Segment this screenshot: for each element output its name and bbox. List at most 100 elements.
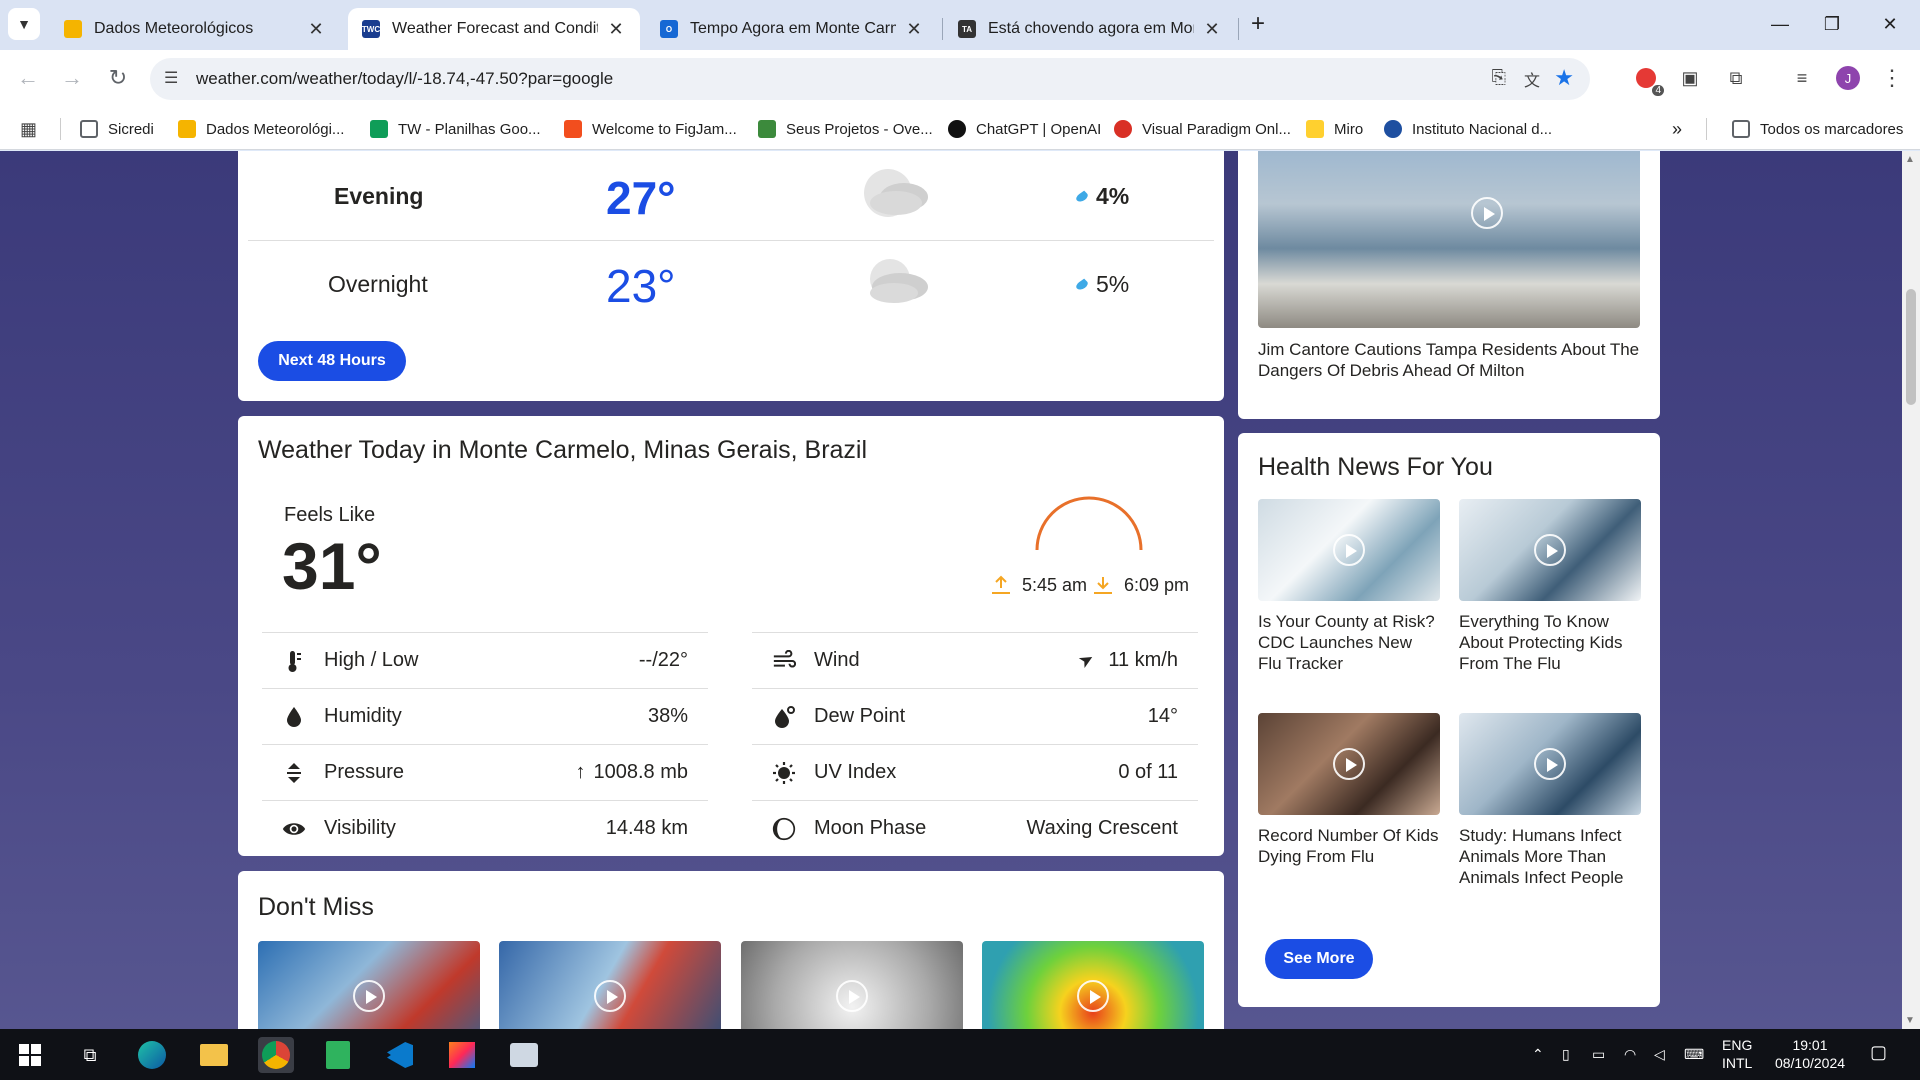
bookmark-dados[interactable]: Dados Meteorológi... [178,118,344,140]
tray-overflow-icon[interactable]: ⌃ [1532,1045,1544,1063]
bookmark-figjam[interactable]: Welcome to FigJam... [564,118,737,140]
tray-device-icon[interactable]: ▯ [1562,1045,1570,1063]
hourly-row-overnight[interactable]: Overnight 23° 5% [248,241,1208,329]
apps-grid-icon[interactable]: ▦ [20,118,37,140]
page-scrollbar[interactable]: ▲ ▼ [1902,151,1920,1029]
menu-kebab-icon[interactable]: ⋮ [1878,64,1906,92]
bookmark-visual-paradigm[interactable]: Visual Paradigm Onl... [1114,118,1291,140]
dew-point-icon [772,705,796,729]
dont-miss-video-3[interactable] [741,941,963,1029]
extension-blocker-icon[interactable]: 4 [1632,64,1664,96]
pressure-rising-arrow-icon: ↑ [575,761,586,783]
back-icon[interactable]: ← [10,60,46,96]
bookmark-label: Dados Meteorológi... [206,120,345,138]
health-news-thumb-3[interactable] [1258,713,1440,815]
health-news-thumb-4[interactable] [1459,713,1641,815]
wind-value: 11 km/h [1108,649,1178,671]
close-window-button[interactable]: ✕ [1870,6,1910,42]
profile-avatar[interactable]: J [1834,64,1862,92]
windows-start-icon[interactable] [12,1037,48,1073]
weather-today-card: Weather Today in Monte Carmelo, Minas Ge… [238,416,1224,856]
notepad-icon[interactable] [320,1037,356,1073]
edge-icon[interactable] [134,1037,170,1073]
snipping-tool-icon[interactable] [506,1037,542,1073]
detail-value: 14° [1148,705,1178,728]
next-48-hours-button[interactable]: Next 48 Hours [258,341,406,381]
install-app-icon[interactable]: ⎘ [1492,67,1506,88]
health-news-caption-2[interactable]: Everything To Know About Protecting Kids… [1459,611,1641,674]
media-control-icon[interactable]: ≡ [1788,64,1816,92]
health-news-caption-3[interactable]: Record Number Of Kids Dying From Flu [1258,825,1440,867]
clock-date: 08/10/2024 [1774,1055,1846,1071]
translate-icon[interactable]: 文 [1524,67,1540,91]
dont-miss-video-2[interactable] [499,941,721,1029]
featured-video-caption[interactable]: Jim Cantore Cautions Tampa Residents Abo… [1258,339,1640,381]
humidity-drop-icon [282,705,306,729]
health-news-card: Health News For You Is Your County at Ri… [1238,433,1660,1007]
notifications-icon[interactable]: ▢ [1870,1043,1887,1061]
bookmark-instituto[interactable]: Instituto Nacional d... [1384,118,1552,140]
task-view-icon[interactable]: ⧉ [72,1037,108,1073]
folder-icon [80,120,98,138]
bookmark-tw-planilhas[interactable]: TW - Planilhas Goo... [370,118,541,140]
bookmark-label: Sicredi [108,120,154,138]
vscode-icon[interactable] [382,1037,418,1073]
see-more-button[interactable]: See More [1265,939,1373,979]
scroll-up-icon[interactable]: ▲ [1905,154,1915,165]
language-indicator[interactable]: ENG INTL [1722,1036,1752,1072]
url-text: weather.com/weather/today/l/-18.74,-47.5… [196,69,614,88]
tab-esta-chovendo[interactable]: TA Está chovendo agora em Monte Carmelo … [944,8,1236,50]
close-tab-icon[interactable]: ✕ [306,19,326,40]
health-news-thumb-1[interactable] [1258,499,1440,601]
extensions-puzzle-icon[interactable]: ⧉ [1722,64,1750,92]
health-news-thumb-2[interactable] [1459,499,1641,601]
close-tab-icon[interactable]: ✕ [904,19,924,40]
forward-icon[interactable]: → [54,60,90,96]
battery-icon[interactable]: ▭ [1592,1045,1605,1063]
volume-icon[interactable]: ◁ [1654,1045,1665,1063]
bookmark-sicredi[interactable]: Sicredi [80,118,154,140]
dont-miss-video-4[interactable] [982,941,1204,1029]
minimize-button[interactable]: — [1760,6,1800,42]
bookmark-miro[interactable]: Miro [1306,118,1363,140]
sun-arc [1035,496,1143,551]
clock[interactable]: 19:01 08/10/2024 [1760,1036,1860,1072]
bookmarks-bar: ▦ Sicredi Dados Meteorológi... TW - Plan… [0,108,1920,150]
scroll-down-icon[interactable]: ▼ [1905,1015,1915,1026]
dont-miss-video-1[interactable] [258,941,480,1029]
bookmark-label: Instituto Nacional d... [1412,120,1553,138]
hourly-row-evening[interactable]: Evening 27° 4% [248,153,1208,241]
detail-value: 14.48 km [606,817,688,840]
wifi-icon[interactable]: ◠ [1624,1045,1636,1063]
file-explorer-icon[interactable] [196,1037,232,1073]
restore-button[interactable]: ❐ [1812,6,1852,42]
tab-search-button[interactable]: ▼ [8,8,40,40]
bookmark-chatgpt[interactable]: ChatGPT | OpenAI [948,118,1101,140]
featured-video-thumbnail[interactable] [1258,151,1640,328]
scrollbar-thumb[interactable] [1906,289,1916,405]
reload-icon[interactable]: ↻ [100,60,136,96]
play-icon [1534,748,1566,780]
bookmark-star-icon[interactable]: ★ [1554,65,1574,91]
detail-name: Humidity [324,705,402,727]
close-tab-icon[interactable]: ✕ [606,19,626,40]
site-settings-icon[interactable]: ☰ [164,68,178,88]
clock-time: 19:01 [1792,1037,1828,1053]
close-tab-icon[interactable]: ✕ [1202,19,1222,40]
new-tab-button[interactable]: + [1238,6,1278,42]
all-bookmarks[interactable]: Todos os marcadores [1732,118,1903,140]
keyboard-icon[interactable]: ⌨ [1684,1045,1704,1063]
health-news-caption-1[interactable]: Is Your County at Risk? CDC Launches New… [1258,611,1440,674]
tab-weather-forecast[interactable]: TWC Weather Forecast and Conditions ✕ [348,8,640,50]
address-bar[interactable]: ☰ weather.com/weather/today/l/-18.74,-47… [150,58,1590,100]
play-icon [353,980,385,1012]
chrome-icon[interactable] [258,1037,294,1073]
bookmark-seus-projetos[interactable]: Seus Projetos - Ove... [758,118,933,140]
figma-icon [564,120,582,138]
tab-dados-meteorologicos[interactable]: Dados Meteorológicos ✕ [50,8,340,50]
more-bookmarks-icon[interactable]: » [1672,118,1682,140]
extension-glasses-icon[interactable]: ▣ [1676,64,1704,92]
tab-tempo-agora[interactable]: O Tempo Agora em Monte Carmelo ✕ [646,8,938,50]
health-news-caption-4[interactable]: Study: Humans Infect Animals More Than A… [1459,825,1641,888]
intellij-icon[interactable] [444,1037,480,1073]
